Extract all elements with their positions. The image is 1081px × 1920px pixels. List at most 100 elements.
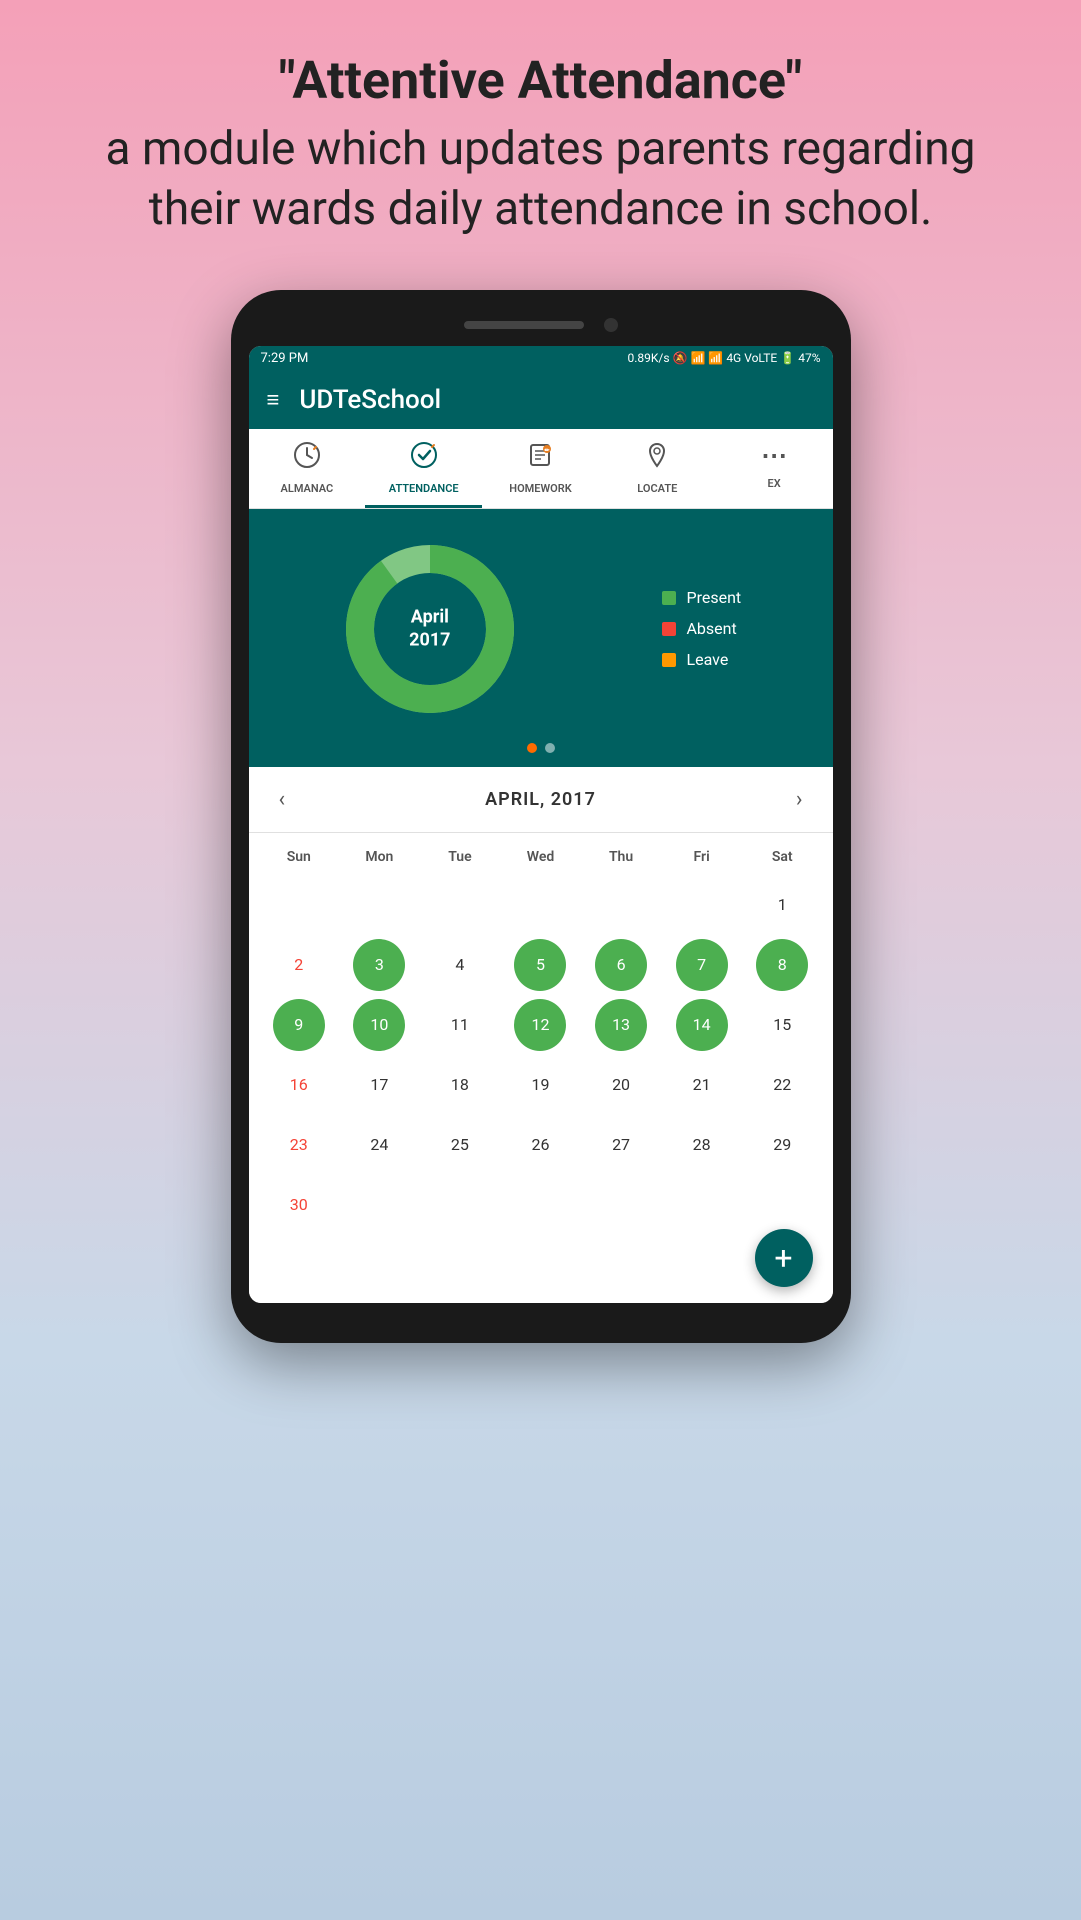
table-row[interactable]: 2 — [273, 939, 325, 991]
table-row[interactable]: 15 — [756, 999, 808, 1051]
next-month-button[interactable]: › — [786, 783, 813, 816]
day-tue: Tue — [420, 843, 501, 871]
table-row[interactable]: 5 — [514, 939, 566, 991]
table-row — [353, 1179, 405, 1231]
fab-button[interactable]: + — [755, 1229, 813, 1287]
table-row[interactable]: 27 — [595, 1119, 647, 1171]
phone-mockup: 7:29 PM 0.89K/s 🔕 📶 📶 4G VoLTE 🔋 47% ≡ U… — [231, 290, 851, 1343]
day-headers-row: Sun Mon Tue Wed Thu Fri Sat — [259, 843, 823, 871]
table-row[interactable]: 4 — [434, 939, 486, 991]
table-row[interactable]: 23 — [273, 1119, 325, 1171]
table-row[interactable]: 25 — [434, 1119, 486, 1171]
speaker-grille — [464, 321, 584, 329]
tab-locate[interactable]: LOCATE — [599, 429, 716, 508]
table-row[interactable]: 20 — [595, 1059, 647, 1111]
tab-attendance[interactable]: ATTENDANCE — [365, 429, 482, 508]
table-row[interactable]: 7 — [676, 939, 728, 991]
legend-absent: Absent — [662, 619, 741, 638]
table-row[interactable]: 24 — [353, 1119, 405, 1171]
tab-ex[interactable]: ⋯ EX — [716, 429, 833, 508]
day-wed: Wed — [500, 843, 581, 871]
ex-icon: ⋯ — [761, 441, 787, 471]
table-row — [353, 879, 405, 931]
table-row[interactable]: 14 — [676, 999, 728, 1051]
table-row[interactable]: 28 — [676, 1119, 728, 1171]
day-sun: Sun — [259, 843, 340, 871]
front-camera — [604, 318, 618, 332]
dot-2[interactable] — [545, 743, 555, 753]
tab-attendance-label: ATTENDANCE — [389, 482, 459, 495]
table-row[interactable]: 22 — [756, 1059, 808, 1111]
table-row[interactable]: 29 — [756, 1119, 808, 1171]
legend-leave: Leave — [662, 650, 741, 669]
present-dot — [662, 591, 676, 605]
calendar-days: 1234567891011121314151617181920212223242… — [259, 877, 823, 1233]
status-bar: 7:29 PM 0.89K/s 🔕 📶 📶 4G VoLTE 🔋 47% — [249, 346, 833, 371]
tab-almanac-label: ALMANAC — [281, 482, 334, 495]
dot-1[interactable] — [527, 743, 537, 753]
table-row[interactable]: 30 — [273, 1179, 325, 1231]
phone-top-bar — [249, 318, 833, 332]
table-row[interactable]: 16 — [273, 1059, 325, 1111]
day-thu: Thu — [581, 843, 662, 871]
table-row — [434, 879, 486, 931]
tabs-bar: ALMANAC ATTENDANCE — [249, 429, 833, 509]
table-row — [676, 879, 728, 931]
table-row[interactable]: 10 — [353, 999, 405, 1051]
tab-almanac[interactable]: ALMANAC — [249, 429, 366, 508]
present-label: Present — [686, 588, 741, 607]
table-row[interactable]: 18 — [434, 1059, 486, 1111]
pagination-dots — [249, 743, 833, 767]
absent-label: Absent — [686, 619, 736, 638]
prev-month-button[interactable]: ‹ — [269, 783, 296, 816]
legend-present: Present — [662, 588, 741, 607]
table-row[interactable]: 9 — [273, 999, 325, 1051]
promo-title: "Attentive Attendance" — [106, 50, 976, 112]
calendar-section: ‹ APRIL, 2017 › Sun Mon Tue Wed Thu Fri … — [249, 767, 833, 1253]
app-header: ≡ UDTeSchool — [249, 371, 833, 429]
table-row[interactable]: 8 — [756, 939, 808, 991]
table-row[interactable]: 17 — [353, 1059, 405, 1111]
table-row — [514, 879, 566, 931]
donut-label: April 2017 — [409, 606, 450, 653]
almanac-icon — [293, 441, 321, 476]
promo-text-block: "Attentive Attendance" a module which up… — [26, 0, 1056, 280]
table-row[interactable]: 13 — [595, 999, 647, 1051]
table-row — [595, 1179, 647, 1231]
table-row — [434, 1179, 486, 1231]
tab-homework[interactable]: ✏ HOMEWORK — [482, 429, 599, 508]
table-row[interactable]: 3 — [353, 939, 405, 991]
chart-legend: Present Absent Leave — [662, 588, 741, 669]
status-time: 7:29 PM — [261, 351, 309, 366]
promo-description: a module which updates parents regarding… — [106, 120, 976, 240]
table-row[interactable]: 12 — [514, 999, 566, 1051]
leave-label: Leave — [686, 650, 728, 669]
table-row[interactable]: 1 — [756, 879, 808, 931]
chart-section: April 2017 Present Absent Leave — [249, 509, 833, 743]
homework-icon: ✏ — [526, 441, 554, 476]
status-right-info: 0.89K/s 🔕 📶 📶 4G VoLTE 🔋 47% — [627, 351, 820, 365]
donut-chart: April 2017 — [340, 539, 520, 719]
table-row — [514, 1179, 566, 1231]
table-row — [273, 879, 325, 931]
hamburger-menu-icon[interactable]: ≡ — [267, 387, 280, 413]
tab-ex-label: EX — [768, 477, 781, 490]
day-mon: Mon — [339, 843, 420, 871]
table-row[interactable]: 11 — [434, 999, 486, 1051]
day-fri: Fri — [661, 843, 742, 871]
leave-dot — [662, 653, 676, 667]
table-row — [595, 879, 647, 931]
app-title: UDTeSchool — [299, 385, 441, 415]
table-row[interactable]: 21 — [676, 1059, 728, 1111]
tab-homework-label: HOMEWORK — [509, 482, 571, 495]
locate-icon — [643, 441, 671, 476]
calendar-header: ‹ APRIL, 2017 › — [249, 767, 833, 833]
fab-container: + — [249, 1253, 833, 1303]
day-sat: Sat — [742, 843, 823, 871]
table-row[interactable]: 6 — [595, 939, 647, 991]
calendar-month-year: APRIL, 2017 — [485, 789, 596, 810]
attendance-icon — [410, 441, 438, 476]
table-row[interactable]: 26 — [514, 1119, 566, 1171]
tab-locate-label: LOCATE — [637, 482, 677, 495]
table-row[interactable]: 19 — [514, 1059, 566, 1111]
